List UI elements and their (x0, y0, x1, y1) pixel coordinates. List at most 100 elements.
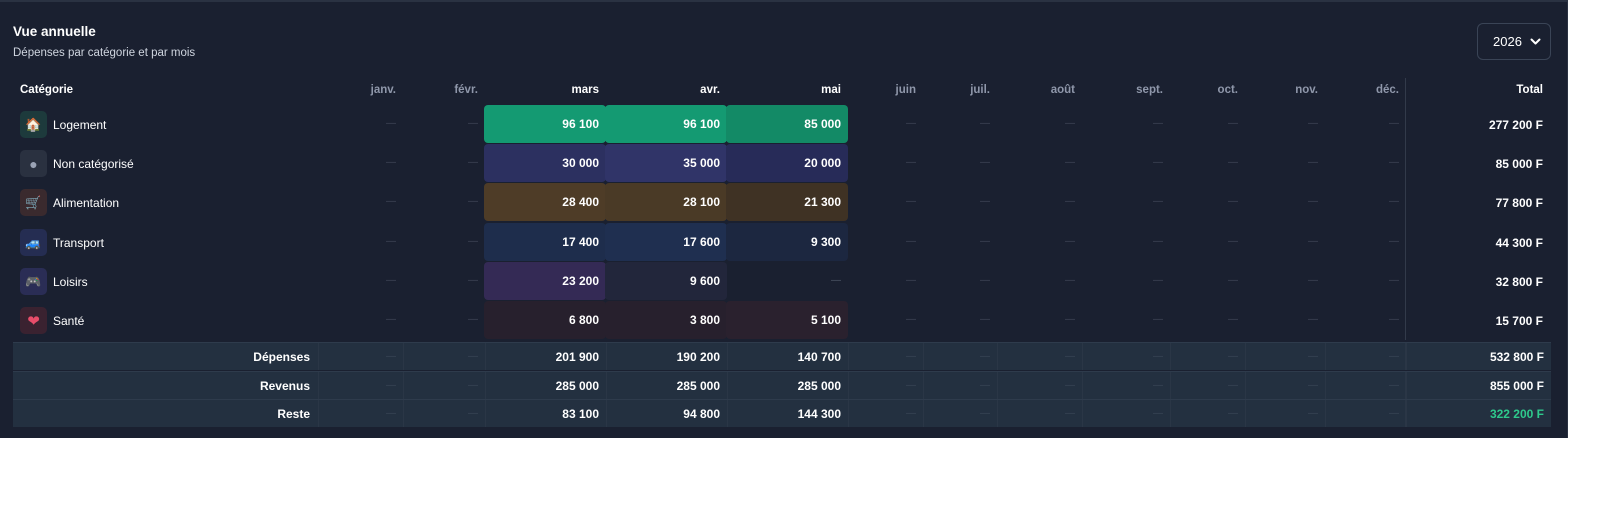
row-total: 85 000 F (1495, 157, 1543, 171)
column-header-month[interactable]: nov. (1238, 84, 1318, 100)
year-select-value: 2026 (1493, 34, 1522, 49)
month-cell[interactable]: 23 200 (484, 262, 606, 300)
summary-separator (1170, 400, 1171, 427)
empty-cell: — (468, 118, 478, 129)
car-icon: 🚙 (20, 229, 47, 256)
month-cell[interactable]: 21 300 (726, 183, 848, 221)
column-header-total[interactable]: Total (1443, 84, 1543, 100)
empty-cell: — (1065, 196, 1075, 207)
summary-separator (606, 343, 607, 370)
summary-separator (403, 400, 404, 427)
summary-separator (606, 400, 607, 427)
empty-cell: — (1153, 314, 1163, 325)
empty-cell: — (980, 380, 990, 391)
empty-cell: — (386, 157, 396, 168)
empty-cell: — (1389, 236, 1399, 247)
column-header-month[interactable]: janv. (316, 84, 396, 100)
column-header-month[interactable]: juin (836, 84, 916, 100)
empty-cell: — (906, 118, 916, 129)
month-cell[interactable]: 30 000 (484, 144, 606, 182)
summary-separator (1170, 343, 1171, 370)
empty-cell: — (468, 157, 478, 168)
summary-total: 322 200 F (1489, 407, 1544, 421)
empty-cell: — (1065, 236, 1075, 247)
column-header-month[interactable]: avr. (640, 84, 720, 100)
empty-cell: — (1153, 380, 1163, 391)
summary-row: Dépenses — — 201 900 190 200 140 700 — — — — — — — 53… (13, 342, 1551, 370)
summary-separator (923, 400, 924, 427)
month-cell[interactable]: 17 400 (484, 223, 606, 261)
empty-cell: — (1389, 380, 1399, 391)
empty-cell: — (386, 118, 396, 129)
year-select[interactable]: 2026 (1477, 23, 1551, 60)
month-cell[interactable]: 3 800 (605, 301, 727, 339)
empty-cell: — (1389, 275, 1399, 286)
category-label[interactable]: Santé (53, 314, 84, 328)
column-header-month[interactable]: mars (519, 84, 600, 100)
summary-separator (1245, 400, 1246, 427)
month-cell[interactable]: 17 600 (605, 223, 727, 261)
empty-cell: — (1389, 118, 1399, 129)
empty-cell: — (1065, 408, 1075, 419)
month-cell[interactable]: 9 600 (605, 262, 727, 300)
category-label[interactable]: Alimentation (53, 196, 119, 210)
heart-icon: ❤ (20, 307, 47, 334)
summary-total: 855 000 F (1489, 379, 1544, 393)
column-header-month[interactable]: févr. (398, 84, 478, 100)
empty-cell: — (468, 408, 478, 419)
category-label[interactable]: Transport (53, 236, 104, 250)
category-label[interactable]: Logement (53, 118, 106, 132)
month-cell[interactable]: 20 000 (726, 144, 848, 182)
empty-cell: — (980, 196, 990, 207)
summary-label: Revenus (259, 379, 310, 393)
summary-total: 532 800 F (1489, 350, 1544, 364)
month-cell[interactable]: 5 100 (726, 301, 848, 339)
empty-cell: — (386, 380, 396, 391)
empty-cell: — (1389, 157, 1399, 168)
month-cell[interactable]: 6 800 (484, 301, 606, 339)
month-cell[interactable]: 85 000 (726, 105, 848, 143)
empty-cell: — (1389, 351, 1399, 362)
summary-separator (1325, 343, 1326, 370)
empty-cell: — (1228, 275, 1238, 286)
month-cell[interactable]: 96 100 (484, 105, 606, 143)
summary-separator (1245, 372, 1246, 399)
summary-separator (1405, 372, 1406, 399)
column-header-month[interactable]: août (995, 84, 1075, 100)
summary-separator (848, 372, 849, 399)
empty-cell: — (1389, 314, 1399, 325)
summary-value: 144 300 (797, 407, 841, 421)
empty-cell: — (980, 236, 990, 247)
summary-separator (403, 372, 404, 399)
month-cell[interactable]: 28 100 (605, 183, 727, 221)
column-header-month[interactable]: juil. (910, 84, 990, 100)
month-cell[interactable]: 28 400 (484, 183, 606, 221)
empty-cell: — (1153, 275, 1163, 286)
category-label[interactable]: Non catégorisé (53, 157, 134, 171)
summary-value: 285 000 (555, 379, 599, 393)
column-header-month[interactable]: mai (761, 84, 841, 100)
empty-cell: — (906, 408, 916, 419)
summary-separator (485, 400, 486, 427)
empty-cell: — (386, 275, 396, 286)
empty-cell: — (468, 236, 478, 247)
row-total: 32 800 F (1495, 275, 1543, 289)
column-header-month[interactable]: oct. (1158, 84, 1238, 100)
summary-separator (318, 400, 319, 427)
empty-cell: — (1308, 157, 1318, 168)
summary-value: 190 200 (676, 350, 720, 364)
month-cell[interactable]: 35 000 (605, 144, 727, 182)
house-icon: 🏠 (20, 111, 47, 138)
row-total: 15 700 F (1495, 314, 1543, 328)
month-cell[interactable]: 96 100 (605, 105, 727, 143)
column-header-category[interactable]: Catégorie (20, 84, 140, 100)
empty-cell: — (1153, 196, 1163, 207)
dot-icon: ● (20, 150, 47, 177)
month-cell[interactable]: 9 300 (726, 223, 848, 261)
category-label[interactable]: Loisirs (53, 275, 88, 289)
gamepad-icon: 🎮 (20, 268, 47, 295)
empty-cell: — (1308, 275, 1318, 286)
column-header-month[interactable]: déc. (1319, 84, 1399, 100)
column-header-month[interactable]: sept. (1083, 84, 1163, 100)
empty-cell: — (1308, 351, 1318, 362)
